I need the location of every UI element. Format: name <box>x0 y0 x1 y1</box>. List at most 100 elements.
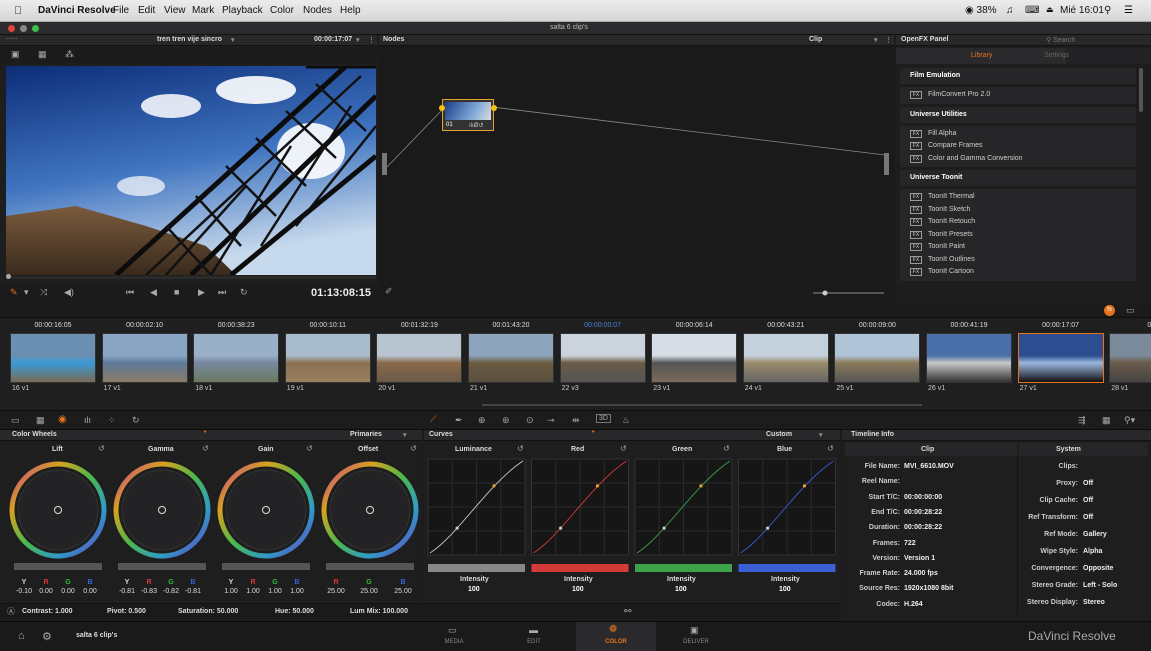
chevron-down-icon[interactable]: ▾ <box>819 431 823 439</box>
chevron-down-icon[interactable]: ▾ <box>356 36 360 44</box>
clip-thumbnail[interactable] <box>742 333 829 383</box>
grid-icon[interactable]: ▦ <box>1102 415 1111 426</box>
fx-item[interactable]: FX ToonIt Outlines <box>900 254 1136 267</box>
fx-item[interactable]: FX FilmConvert Pro 2.0 <box>900 89 1136 102</box>
offset-wheel[interactable] <box>321 461 419 570</box>
page-dot-icon[interactable]: • <box>204 429 206 436</box>
menu-color[interactable]: Color <box>270 5 294 16</box>
gamma-b-value[interactable]: -0.81 <box>182 588 204 595</box>
gain-r-value[interactable]: 1.00 <box>242 588 264 595</box>
curve-red[interactable] <box>531 458 629 572</box>
apple-icon[interactable]:  <box>14 5 22 17</box>
link-icon[interactable]: ⚯ <box>624 606 632 617</box>
lift-r-value[interactable]: 0.00 <box>35 588 57 595</box>
auto-balance-icon[interactable]: Ⓐ <box>7 606 15 617</box>
color-match-icon[interactable]: ▦ <box>36 415 45 426</box>
home-icon[interactable]: ⌂ <box>18 630 25 642</box>
openfx-search[interactable]: Search <box>1053 37 1075 44</box>
green-intensity-value[interactable]: 100 <box>675 586 687 593</box>
curves-graphs[interactable] <box>424 456 840 574</box>
node-output-port[interactable] <box>491 105 497 111</box>
fx-item[interactable]: FX Compare Frames <box>900 140 1136 153</box>
tab-library-label[interactable]: Library <box>971 52 992 59</box>
sizing-icon[interactable]: ⇹ <box>572 415 580 426</box>
volume-icon[interactable]: ◀) <box>64 287 74 298</box>
fx-item[interactable]: FX Fill Alpha <box>900 128 1136 141</box>
zoom-window-button[interactable] <box>32 25 39 32</box>
chevron-down-icon[interactable]: ▾ <box>874 36 878 44</box>
menu-mark[interactable]: Mark <box>192 5 214 16</box>
viewer-clip-name[interactable]: tren tren vije sincro <box>157 36 222 43</box>
options-icon[interactable]: ⋮ <box>885 36 892 44</box>
openfx-scrollbar[interactable] <box>1139 68 1143 112</box>
chevron-down-icon[interactable]: ▾ <box>24 287 29 298</box>
page-color[interactable]: COLOR <box>586 639 646 645</box>
page-dot-icon[interactable]: • <box>592 429 594 436</box>
fx-item[interactable]: FX Color and Gamma Conversion <box>900 153 1136 166</box>
lum-mix-field[interactable]: Lum Mix: 100.000 <box>350 608 408 615</box>
luminance-intensity-value[interactable]: 100 <box>468 586 480 593</box>
menu-nodes[interactable]: Nodes <box>303 5 332 16</box>
reset-icon[interactable]: ↺ <box>517 444 524 453</box>
keyboard-icon[interactable]: ⌨ <box>1025 5 1039 16</box>
gain-wheel[interactable] <box>217 461 315 570</box>
pivot-field[interactable]: Pivot: 0.500 <box>107 608 146 615</box>
gallery-view-icon[interactable]: ▦ <box>38 49 47 60</box>
3d-icon[interactable]: ↻ <box>132 415 140 426</box>
volume-icon[interactable]: ♫ <box>1006 5 1014 16</box>
menu-app-name[interactable]: DaVinci Resolve <box>38 5 116 16</box>
timeline-scrollbar[interactable] <box>482 404 922 406</box>
node-input-port[interactable] <box>439 105 445 111</box>
highlight-tool-icon[interactable]: ✎ <box>10 287 18 298</box>
offset-r-value[interactable]: 25.00 <box>323 588 349 595</box>
deliver-icon[interactable]: ▣ <box>690 625 699 636</box>
chevron-down-icon[interactable]: ▾ <box>403 431 407 439</box>
reset-icon[interactable]: ↺ <box>723 444 730 453</box>
offset-g-value[interactable]: 25.00 <box>356 588 382 595</box>
gear-icon[interactable]: ⚙ <box>42 630 52 643</box>
blue-intensity-value[interactable]: 100 <box>779 586 791 593</box>
clip-thumbnail[interactable] <box>1017 333 1104 383</box>
clip-thumbnail[interactable] <box>376 333 463 383</box>
viewer-timecode[interactable]: 01:13:08:15 <box>311 287 371 299</box>
memory-icon[interactable]: ◉ 38% <box>965 5 997 16</box>
lift-y-value[interactable]: -0.10 <box>13 588 35 595</box>
menu-playback[interactable]: Playback <box>222 5 263 16</box>
clip-thumbnail[interactable] <box>559 333 646 383</box>
key-icon[interactable]: ⊸ <box>547 415 555 426</box>
close-window-button[interactable] <box>8 25 15 32</box>
paint-icon[interactable]: ♨ <box>622 415 630 426</box>
magic-wand-icon[interactable]: ⁂ <box>65 49 74 60</box>
reset-icon[interactable]: ↺ <box>410 444 417 453</box>
gamma-g-value[interactable]: -0.82 <box>160 588 182 595</box>
search-icon[interactable]: ⚲▾ <box>1124 415 1135 426</box>
chevron-down-icon[interactable]: ▾ <box>231 36 235 44</box>
viewer-scrubber[interactable] <box>6 274 377 279</box>
reset-icon[interactable]: ↺ <box>202 444 209 453</box>
qualifier-icon[interactable]: ✒ <box>455 415 463 426</box>
menu-edit[interactable]: Edit <box>138 5 155 16</box>
color-node[interactable]: 01 ılıØ↺ <box>439 99 497 131</box>
contrast-field[interactable]: Contrast: 1.000 <box>22 608 73 615</box>
3d-stereo-icon[interactable]: 3D <box>596 414 611 423</box>
menu-view[interactable]: View <box>164 5 186 16</box>
clip-thumbnail[interactable] <box>1109 333 1151 383</box>
lift-g-value[interactable]: 0.00 <box>57 588 79 595</box>
fx-item[interactable]: FX ToonIt Paint <box>900 241 1136 254</box>
clip-thumbnail[interactable] <box>834 333 921 383</box>
viewer-timecode-top[interactable]: 00:00:17:07 <box>314 36 352 43</box>
step-back-icon[interactable]: ◀ <box>150 287 157 298</box>
fx-item[interactable]: FX ToonIt Sketch <box>900 204 1136 217</box>
eject-icon[interactable]: ⏏ <box>1046 5 1054 14</box>
rgb-mixer-icon[interactable]: ılı <box>84 415 91 425</box>
clip-thumbnail[interactable] <box>193 333 280 383</box>
clip-thumbnail[interactable] <box>10 333 96 383</box>
curve-green[interactable] <box>634 458 733 572</box>
gain-g-value[interactable]: 1.00 <box>264 588 286 595</box>
go-to-end-icon[interactable]: ⏭ <box>218 287 226 298</box>
gamma-wheel[interactable] <box>113 461 211 570</box>
page-media[interactable]: MEDIA <box>424 639 484 645</box>
gamma-r-value[interactable]: -0.83 <box>138 588 160 595</box>
keyframes-icon[interactable]: ⇶ <box>1078 415 1086 426</box>
saturation-field[interactable]: Saturation: 50.000 <box>178 608 238 615</box>
